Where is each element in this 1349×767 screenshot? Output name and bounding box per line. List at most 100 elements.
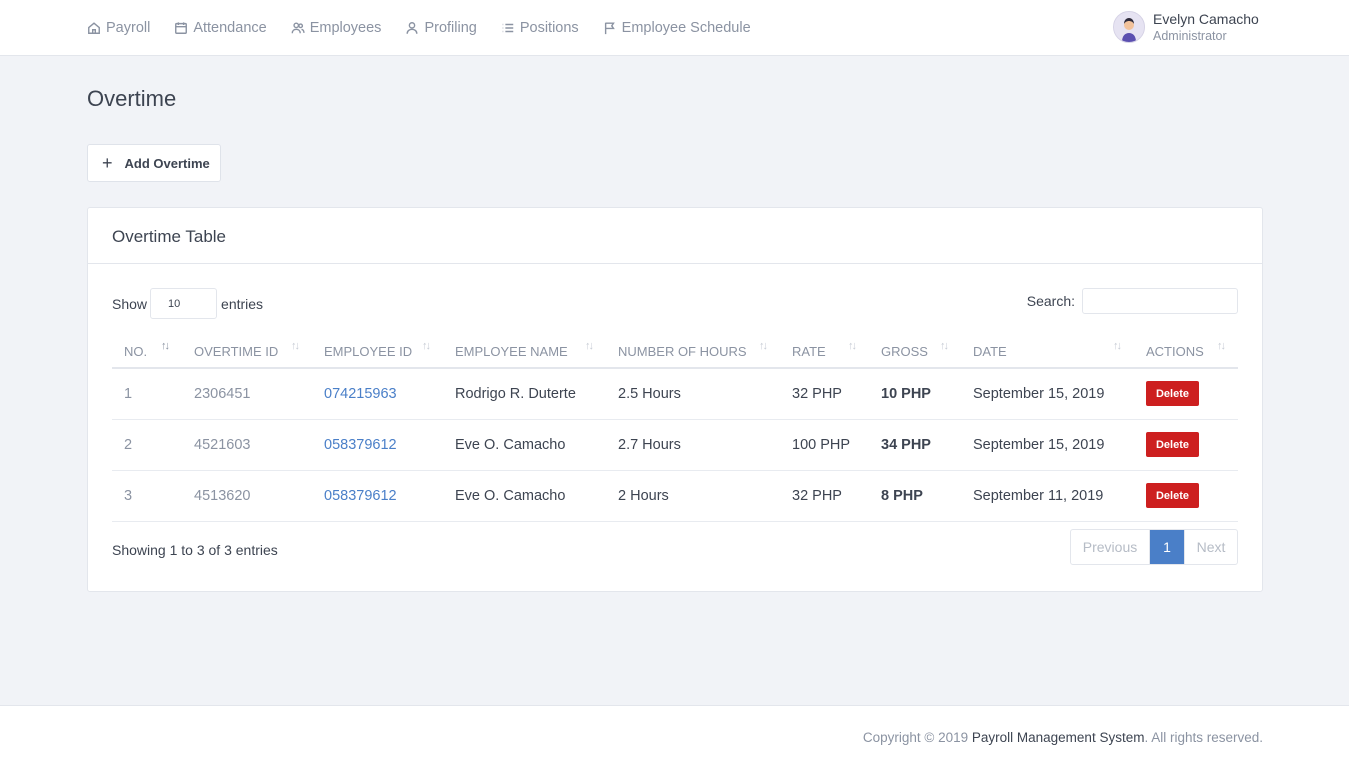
entries-select[interactable]: 10 [150,288,218,319]
footer: Copyright © 2019 Payroll Management Syst… [0,705,1349,767]
pagination-previous[interactable]: Previous [1071,530,1150,564]
list-icon [502,23,514,33]
cell-employee-name: Eve O. Camacho [443,419,606,471]
sort-icon: ↑↓ [940,340,949,352]
table-controls: Show 10 entries Search: [112,288,1238,320]
cell-employee-name: Eve O. Camacho [443,470,606,522]
column-header-gross[interactable]: GROSS ↑↓ [869,330,961,369]
avatar [1113,11,1145,43]
flag-icon [604,22,615,35]
entries-label: entries [221,295,264,312]
add-overtime-button[interactable]: + Add Overtime [87,144,221,182]
copyright-prefix: Copyright © 2019 [862,730,972,745]
add-overtime-label: Add Overtime [124,155,210,171]
sort-icon: ↑↓ [585,340,594,352]
cell-overtime-id: 4521603 [182,419,312,471]
table-row: 1 2306451 074215963 Rodrigo R. Duterte 2… [112,368,1238,420]
cell-gross: 8 PHP [869,470,961,522]
pagination-next[interactable]: Next [1184,530,1237,564]
nav-item-employees[interactable]: Employees [291,20,382,36]
cell-actions: Delete [1134,368,1238,420]
column-header-employee-id[interactable]: EMPLOYEE ID ↑↓ [312,330,443,369]
cell-hours: 2.5 Hours [606,368,780,420]
sort-asc-icon: ↑↓ [161,340,170,352]
nav-item-label: Employees [309,20,382,36]
nav-item-payroll[interactable]: Payroll [87,20,150,36]
delete-button[interactable]: Delete [1146,381,1199,407]
cell-employee-id-link[interactable]: 058379612 [312,419,443,471]
table-row: 3 4513620 058379612 Eve O. Camacho 2 Hou… [112,470,1238,522]
cell-employee-id-link[interactable]: 074215963 [312,368,443,420]
column-header-employee-name[interactable]: EMPLOYEE NAME ↑↓ [443,330,606,369]
sort-icon: ↑↓ [1113,340,1122,352]
sort-icon: ↑↓ [422,340,431,352]
nav-item-attendance[interactable]: Attendance [174,20,267,36]
nav-item-label: Attendance [193,20,267,36]
column-header-actions[interactable]: ACTIONS ↑↓ [1134,330,1238,369]
card-title: Overtime Table [88,208,1262,264]
user-menu[interactable]: Evelyn Camacho Administrator [1113,10,1259,44]
nav-item-label: Payroll [106,20,151,36]
nav-item-label: Employee Schedule [621,20,751,36]
cell-employee-name: Rodrigo R. Duterte [443,368,606,420]
cell-no: 1 [112,368,182,420]
pagination-page-current[interactable]: 1 [1150,530,1184,564]
cell-rate: 32 PHP [780,470,869,522]
delete-button[interactable]: Delete [1146,432,1199,457]
cell-date: September 15, 2019 [961,419,1134,471]
cell-no: 3 [112,470,182,522]
cell-gross: 34 PHP [869,419,961,471]
cell-actions: Delete [1134,470,1238,522]
nav-item-label: Positions [519,20,579,36]
nav-item-label: Profiling [424,20,477,36]
home-icon [88,22,100,34]
overtime-table: NO. ↑↓ OVERTIME ID ↑↓ EMPLOYEE ID ↑↓ EMPLOY… [112,330,1238,522]
overtime-card: Overtime Table Show 10 entries Search: N… [87,207,1263,592]
page-title: Overtime [87,86,177,111]
delete-button[interactable]: Delete [1146,483,1199,508]
sort-icon: ↑↓ [759,340,768,352]
nav-item-positions[interactable]: Positions [501,20,579,36]
cell-hours: 2.7 Hours [606,419,780,471]
cell-overtime-id: 2306451 [182,368,312,420]
brand-link[interactable]: Payroll Management System [972,730,1145,745]
column-header-date[interactable]: DATE ↑↓ [961,330,1134,369]
nav-item-employee-schedule[interactable]: Employee Schedule [603,20,751,36]
cell-employee-id-link[interactable]: 058379612 [312,470,443,522]
user-role: Administrator [1153,29,1227,43]
sort-icon: ↑↓ [291,340,300,352]
entries-length: Show 10 entries [112,288,263,319]
show-label: Show [112,295,148,312]
column-header-no[interactable]: NO. ↑↓ [112,330,182,369]
search-input[interactable] [1082,288,1238,314]
copyright: Copyright © 2019 Payroll Management Syst… [863,730,1263,745]
pagination: Previous 1 Next [1070,529,1238,565]
sort-icon: ↑↓ [1217,340,1226,352]
plus-icon: + [102,153,113,173]
nav-item-profiling[interactable]: Profiling [405,20,477,36]
user-name: Evelyn Camacho [1153,11,1259,27]
calendar-icon [175,22,188,34]
top-navbar: Payroll Attendance Employees Profiling P… [0,0,1349,56]
users-icon [291,22,305,34]
cell-no: 2 [112,419,182,471]
cell-rate: 32 PHP [780,368,869,420]
avatar-icon [1114,12,1144,42]
column-header-overtime-id[interactable]: OVERTIME ID ↑↓ [182,330,312,369]
search-label: Search: [1026,293,1075,309]
cell-actions: Delete [1134,419,1238,471]
copyright-suffix: . All rights reserved. [1144,730,1263,745]
column-header-rate[interactable]: RATE ↑↓ [780,330,869,369]
cell-date: September 15, 2019 [961,368,1134,420]
search-box: Search: [1027,288,1238,314]
main-nav: Payroll Attendance Employees Profiling P… [87,0,775,56]
table-header-row: NO. ↑↓ OVERTIME ID ↑↓ EMPLOYEE ID ↑↓ EMPLOY… [112,330,1238,369]
table-row: 2 4521603 058379612 Eve O. Camacho 2.7 H… [112,419,1238,471]
table-info: Showing 1 to 3 of 3 entries [112,542,278,558]
cell-hours: 2 Hours [606,470,780,522]
cell-date: September 11, 2019 [961,470,1134,522]
sort-icon: ↑↓ [848,340,857,352]
column-header-number-of-hours[interactable]: NUMBER OF HOURS ↑↓ [606,330,780,369]
cell-gross: 10 PHP [869,368,961,420]
user-icon [406,22,418,34]
